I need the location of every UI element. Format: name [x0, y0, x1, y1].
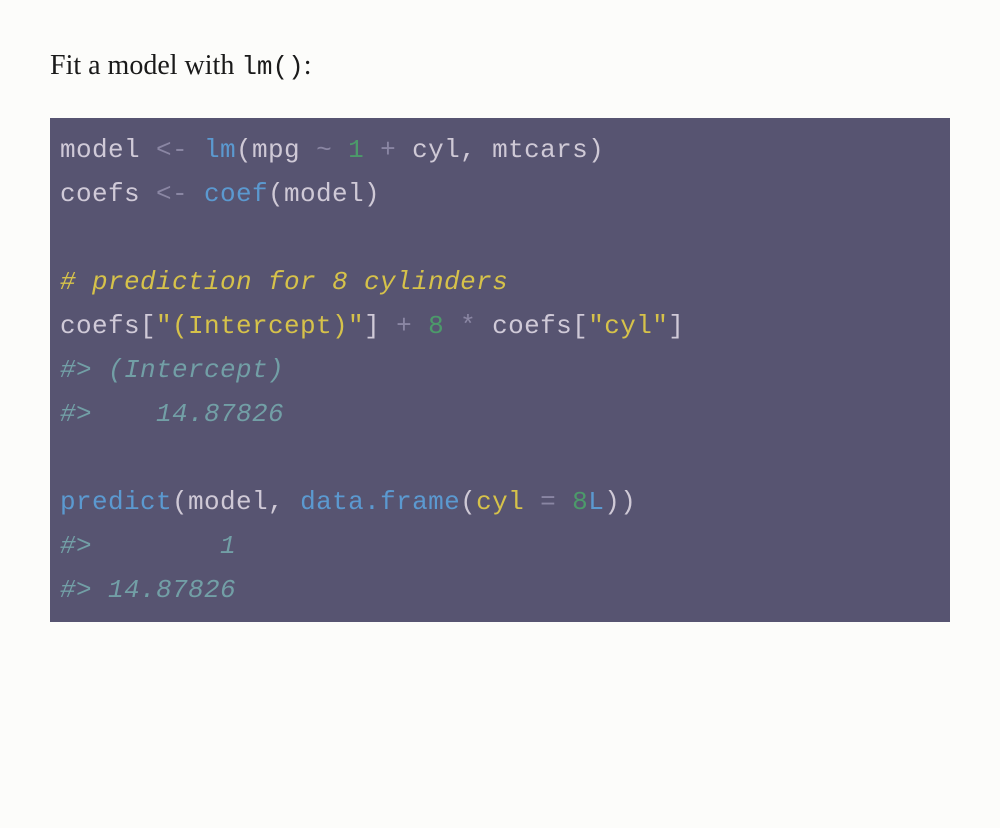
- code-token: )): [604, 487, 636, 517]
- code-token: [444, 311, 460, 341]
- intro-text-suffix: :: [304, 50, 312, 81]
- code-output: #> 14.87826: [60, 575, 236, 605]
- code-token: predict: [60, 487, 172, 517]
- code-token: coefs[: [476, 311, 588, 341]
- code-token: lm: [204, 135, 236, 165]
- code-output: #> 1: [60, 531, 236, 561]
- code-token: [524, 487, 540, 517]
- intro-paragraph: Fit a model with lm():: [50, 50, 950, 82]
- code-token: +: [396, 311, 412, 341]
- document-page: Fit a model with lm(): model <- lm(mpg ~…: [0, 0, 1000, 622]
- code-token: 8: [428, 311, 444, 341]
- code-token: 8: [572, 487, 588, 517]
- code-token: [364, 135, 380, 165]
- code-token: [412, 311, 428, 341]
- code-token: ]: [668, 311, 684, 341]
- code-token: 1: [348, 135, 364, 165]
- code-token: [332, 135, 348, 165]
- code-token: coefs: [60, 179, 140, 209]
- intro-text-prefix: Fit a model with: [50, 50, 241, 81]
- intro-inline-code: lm(): [241, 52, 303, 82]
- code-token: (: [460, 487, 476, 517]
- code-token: cyl, mtcars): [396, 135, 604, 165]
- code-token: L: [588, 487, 604, 517]
- code-token: cyl: [476, 487, 524, 517]
- code-token: =: [540, 487, 556, 517]
- code-token: (model): [268, 179, 380, 209]
- code-token: "(Intercept)": [156, 311, 364, 341]
- code-token: ]: [364, 311, 380, 341]
- code-token: +: [380, 135, 396, 165]
- code-comment: # prediction for 8 cylinders: [60, 267, 508, 297]
- code-token: "cyl": [588, 311, 668, 341]
- code-output: #> 14.87826: [60, 399, 284, 429]
- code-token: ~: [316, 135, 332, 165]
- code-token: *: [460, 311, 476, 341]
- code-token: <-: [140, 135, 204, 165]
- code-token: data.frame: [300, 487, 460, 517]
- code-block: model <- lm(mpg ~ 1 + cyl, mtcars) coefs…: [50, 118, 950, 622]
- code-output: #> (Intercept): [60, 355, 284, 385]
- code-token: <-: [140, 179, 204, 209]
- code-token: [556, 487, 572, 517]
- code-token: coefs[: [60, 311, 156, 341]
- code-token: model: [60, 135, 140, 165]
- code-token: coef: [204, 179, 268, 209]
- code-token: (mpg: [236, 135, 316, 165]
- code-token: (model,: [172, 487, 300, 517]
- code-token: [380, 311, 396, 341]
